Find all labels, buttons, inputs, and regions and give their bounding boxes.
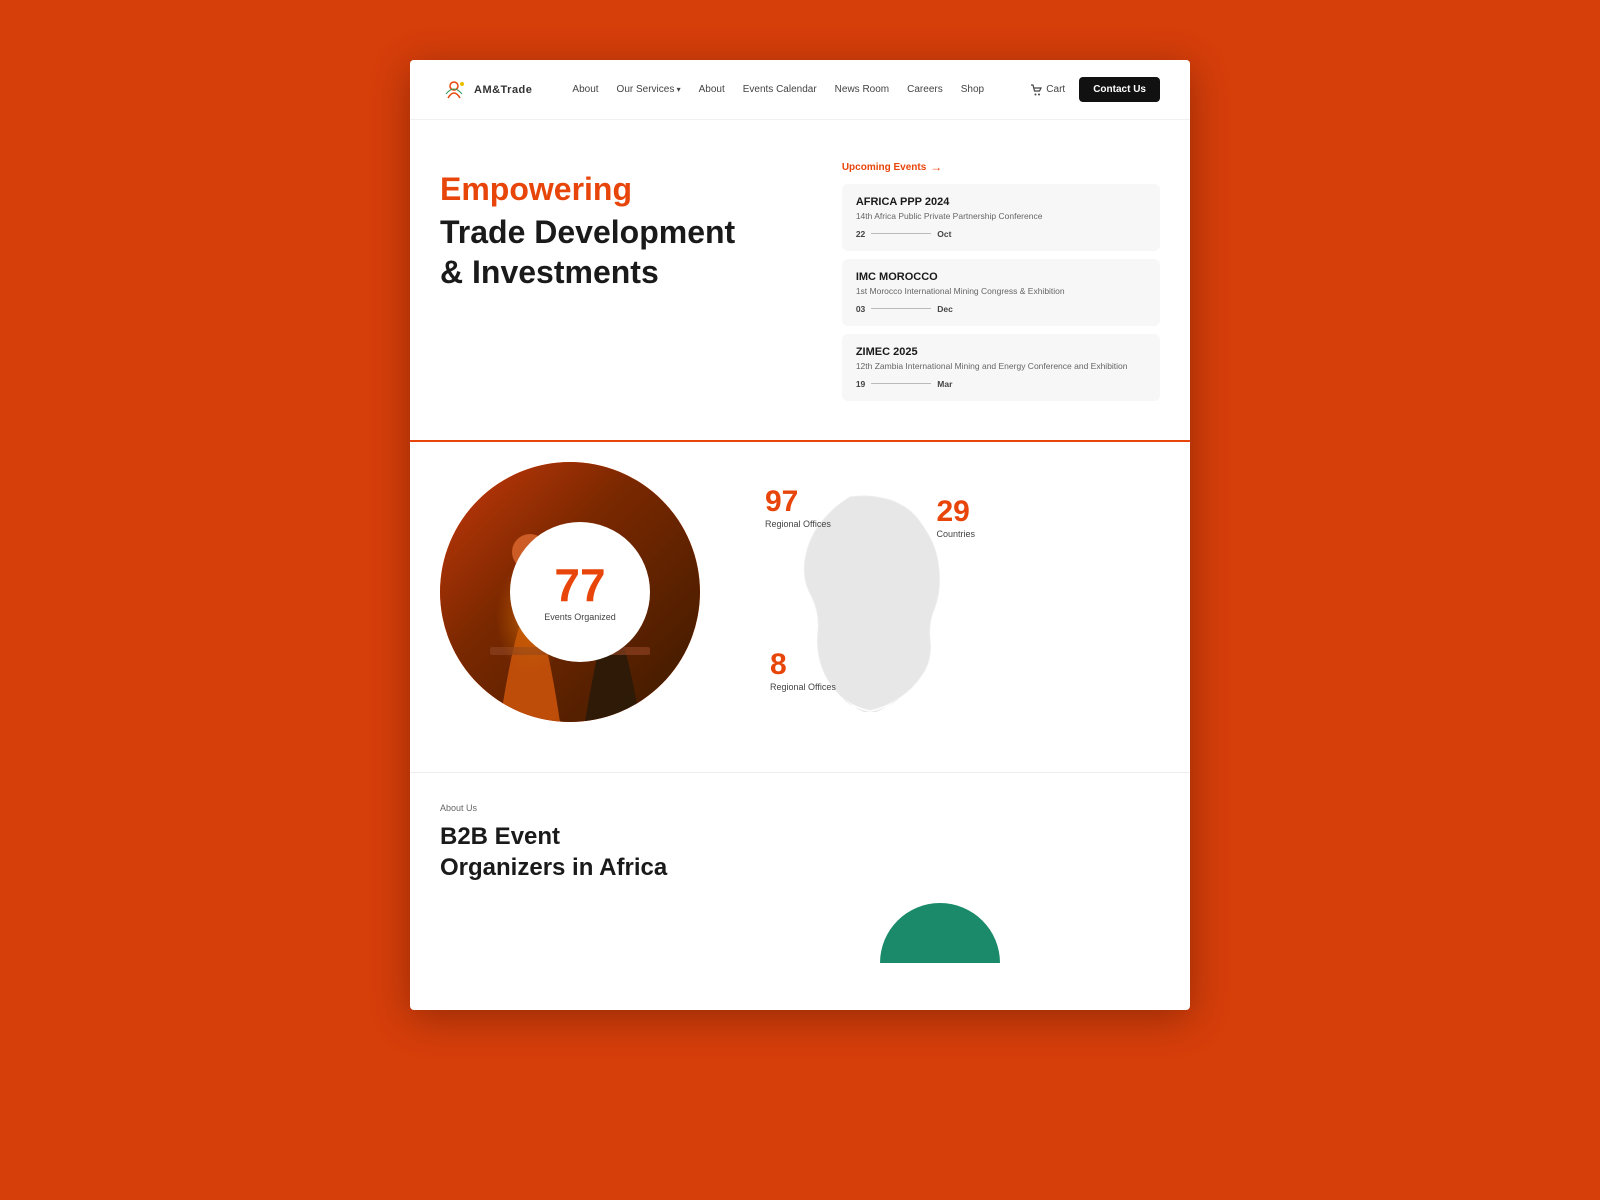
event-name-3: ZIMEC 2025 [856,346,1146,358]
event-dates-2: 03 Dec [856,304,1146,314]
hero-title-black: Trade Development & Investments [440,212,822,292]
event-name-1: AFRICA PPP 2024 [856,196,1146,208]
hero-section: Empowering Trade Development & Investmen… [410,120,1190,440]
logo[interactable]: AM&Trade [440,76,532,104]
main-window: AM&Trade About Our Services About Events… [410,60,1190,1010]
nav-events-cal[interactable]: Events Calendar [743,84,817,95]
stats-section: 77 Events Organized 97 Regional Offices [410,442,1190,772]
hero-left: Empowering Trade Development & Investmen… [440,160,822,440]
cart-icon [1030,84,1042,96]
events-count: 77 [554,562,605,608]
nav-about[interactable]: About [572,84,598,95]
upcoming-arrow: → [930,160,942,174]
nav-newsroom[interactable]: News Room [835,84,889,95]
event-dates-3: 19 Mar [856,379,1146,389]
logo-icon [440,76,468,104]
cart-link[interactable]: Cart [1030,84,1065,96]
stats-circle-inner: 77 Events Organized [510,522,650,662]
nav-right: Cart Contact Us [1030,77,1160,102]
about-bottom [440,883,1160,963]
event-date-line-1 [871,233,931,234]
map-stats: 97 Regional Offices 29 Countries 8 Regio… [720,442,1190,712]
event-dates-1: 22 Oct [856,229,1146,239]
green-circle-peek [880,903,1000,963]
event-desc-1: 14th Africa Public Private Partnership C… [856,211,1146,223]
navbar: AM&Trade About Our Services About Events… [410,60,1190,120]
event-desc-2: 1st Morocco International Mining Congres… [856,286,1146,298]
event-desc-3: 12th Zambia International Mining and Ene… [856,361,1146,373]
stat-29: 29 Countries [936,497,975,539]
nav-careers[interactable]: Careers [907,84,943,95]
event-name-2: IMC MOROCCO [856,271,1146,283]
circle-container: 77 Events Organized [440,442,720,742]
nav-links: About Our Services About Events Calendar… [572,84,1030,95]
nav-services[interactable]: Our Services [617,84,681,95]
upcoming-label: Upcoming Events → [842,160,1160,174]
event-date-line-2 [871,308,931,309]
nav-about2[interactable]: About [699,84,725,95]
event-card-1[interactable]: AFRICA PPP 2024 14th Africa Public Priva… [842,184,1160,251]
event-date-line-3 [871,383,931,384]
about-section: About Us B2B Event Organizers in Africa [410,772,1190,963]
hero-title-orange: Empowering [440,170,822,208]
events-label: Events Organized [544,612,616,622]
about-label: About Us [440,803,1160,813]
nav-shop[interactable]: Shop [961,84,984,95]
event-card-2[interactable]: IMC MOROCCO 1st Morocco International Mi… [842,259,1160,326]
stat-8: 8 Regional Offices [770,650,836,692]
event-card-3[interactable]: ZIMEC 2025 12th Zambia International Min… [842,334,1160,401]
about-title: B2B Event Organizers in Africa [440,821,1160,883]
contact-button[interactable]: Contact Us [1079,77,1160,102]
logo-text: AM&Trade [474,84,532,96]
stat-97: 97 Regional Offices [765,487,831,529]
events-panel: Upcoming Events → AFRICA PPP 2024 14th A… [842,160,1160,440]
